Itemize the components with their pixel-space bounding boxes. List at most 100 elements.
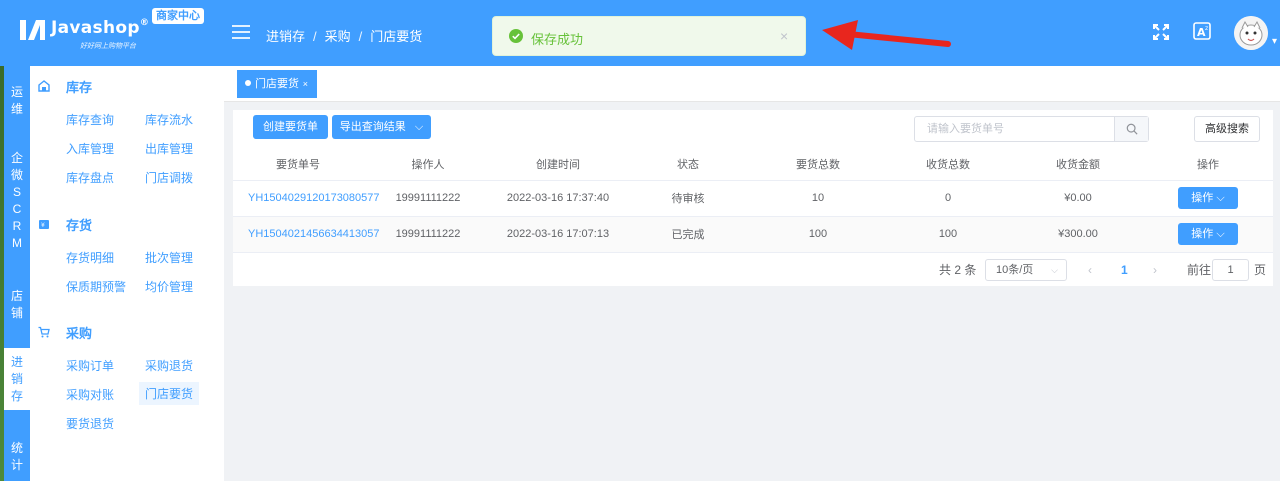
current-page-number[interactable]: 1: [1121, 259, 1128, 281]
search-field[interactable]: [914, 116, 1149, 142]
brand-logo[interactable]: Javashop® 好好网上购物平台 商家中心: [20, 8, 220, 54]
cell-actions: 操作 ⌵: [1143, 216, 1273, 253]
menu-item-avg-price[interactable]: 均价管理: [139, 275, 199, 298]
menu-toggle-icon[interactable]: [232, 25, 250, 39]
menu-item-requisition-return[interactable]: 要货退货: [60, 412, 120, 435]
inventory-icon: ¥: [39, 220, 49, 229]
menu-item-batch[interactable]: 批次管理: [139, 246, 199, 269]
tab-label: 门店要货: [255, 78, 299, 90]
svg-text:¥: ¥: [41, 222, 45, 229]
next-page-icon[interactable]: ›: [1153, 259, 1157, 281]
goto-page-input[interactable]: 1: [1212, 259, 1249, 281]
goto-label: 前往: [1187, 263, 1212, 277]
search-input[interactable]: [915, 117, 1115, 141]
success-toast: 保存成功 ×: [492, 16, 806, 56]
breadcrumb: 进销存 / 采购 / 门店要货: [266, 29, 423, 44]
menu-item-stock-query[interactable]: 库存查询: [60, 108, 120, 131]
menu-item-outbound[interactable]: 出库管理: [139, 137, 199, 160]
column-header: 要货总数: [753, 148, 883, 181]
module-shop[interactable]: 店铺: [4, 288, 30, 324]
module-label: 统计: [10, 441, 23, 472]
chevron-down-icon: ⌵: [1051, 265, 1058, 275]
sidebar-menu: 库存 库存查询 库存流水 入库管理 出库管理 库存盘点 门店调拨 ¥ 存货 存货…: [30, 66, 224, 481]
toast-message: 保存成功: [531, 32, 584, 47]
chevron-down-icon: ⌵: [1216, 192, 1225, 204]
breadcrumb-item[interactable]: 进销存: [266, 29, 305, 44]
menu-group-purchase: 采购: [38, 322, 92, 342]
strip-edge: [0, 66, 4, 481]
cell-operator: 19991111222: [363, 216, 493, 253]
content-card: 创建要货单 导出查询结果 ⌵ 高级搜索 要货单号 操作人 创建时间 状态 要货总…: [233, 110, 1273, 286]
search-icon: [1126, 123, 1138, 135]
page-size-select[interactable]: 10条/页 ⌵: [985, 259, 1067, 281]
active-dot-icon: [245, 80, 251, 86]
module-label: 进销存: [10, 355, 23, 403]
user-avatar[interactable]: [1234, 16, 1268, 50]
menu-group-title: 库存: [66, 79, 93, 95]
requisition-sn-link[interactable]: YH1504021456634413057: [233, 216, 380, 253]
module-scrm[interactable]: 企微SCRM: [4, 150, 30, 254]
menu-group-title: 存货: [66, 217, 93, 233]
module-inventory[interactable]: 进销存: [4, 348, 30, 410]
column-header: 状态: [623, 148, 753, 181]
search-button[interactable]: [1114, 117, 1148, 141]
column-header: 要货单号: [233, 148, 363, 181]
chevron-down-icon: ⌵: [414, 121, 424, 133]
brand-slogan: 好好网上购物平台: [80, 43, 136, 50]
cell-received-total: 0: [883, 180, 1013, 217]
cell-received-total: 100: [883, 216, 1013, 253]
create-requisition-button[interactable]: 创建要货单: [253, 115, 328, 139]
menu-group-goods: ¥ 存货: [38, 214, 92, 234]
export-button[interactable]: 导出查询结果 ⌵: [332, 115, 431, 139]
goto-suffix: 页: [1254, 263, 1267, 277]
export-button-label: 导出查询结果: [339, 121, 406, 133]
cell-status: 已完成: [623, 216, 753, 253]
cell-status: 待审核: [623, 180, 753, 217]
row-action-button[interactable]: 操作 ⌵: [1178, 223, 1238, 245]
avatar-dropdown-icon[interactable]: ▾: [1272, 36, 1277, 47]
module-label: 运维: [10, 85, 23, 116]
tab-close-icon[interactable]: ×: [303, 70, 308, 98]
page-tabs: 门店要货 ×: [224, 66, 1280, 102]
cart-icon: [38, 326, 50, 338]
chevron-down-icon: ⌵: [1216, 228, 1225, 240]
success-check-icon: [509, 29, 523, 43]
breadcrumb-item: 门店要货: [370, 29, 423, 44]
menu-item-purchase-order[interactable]: 采购订单: [60, 354, 120, 377]
menu-group-title: 采购: [66, 325, 93, 341]
cell-requested-total: 100: [753, 216, 883, 253]
menu-item-store-transfer[interactable]: 门店调拨: [139, 166, 199, 189]
menu-item-purchase-return[interactable]: 采购退货: [139, 354, 199, 377]
menu-item-stock-flow[interactable]: 库存流水: [139, 108, 199, 131]
row-action-label: 操作: [1191, 228, 1214, 240]
menu-item-purchase-reconcile[interactable]: 采购对账: [60, 383, 120, 406]
cell-requested-total: 10: [753, 180, 883, 217]
cell-received-amount: ¥0.00: [1013, 180, 1143, 217]
toast-close-icon[interactable]: ×: [780, 28, 788, 44]
row-action-button[interactable]: 操作 ⌵: [1178, 187, 1238, 209]
page-size-value: 10条/页: [996, 264, 1034, 276]
menu-item-stocktake[interactable]: 库存盘点: [60, 166, 120, 189]
javashop-logo-icon: [20, 20, 45, 40]
row-action-label: 操作: [1191, 192, 1214, 204]
requisition-sn-link[interactable]: YH1504029120173080577: [233, 180, 380, 217]
menu-item-goods-detail[interactable]: 存货明细: [60, 246, 120, 269]
advanced-search-button[interactable]: 高级搜索: [1194, 116, 1260, 142]
module-label: 店铺: [10, 289, 23, 320]
column-header: 收货金额: [1013, 148, 1143, 181]
menu-item-inbound[interactable]: 入库管理: [60, 137, 120, 160]
module-ops[interactable]: 运维: [4, 84, 30, 120]
column-header: 操作人: [363, 148, 493, 181]
tab-store-requisition[interactable]: 门店要货 ×: [237, 70, 317, 98]
menu-item-expiry-warning[interactable]: 保质期预警: [60, 275, 132, 298]
table-row: YH1504029120173080577 19991111222 2022-0…: [233, 180, 1273, 217]
menu-item-store-requisition[interactable]: 门店要货: [139, 382, 200, 405]
fullscreen-icon[interactable]: [1151, 22, 1171, 42]
cell-operator: 19991111222: [363, 180, 493, 217]
cell-created-time: 2022-03-16 17:37:40: [493, 180, 623, 217]
module-stats[interactable]: 统计: [4, 440, 30, 480]
breadcrumb-item[interactable]: 采购: [325, 29, 351, 44]
column-header: 收货总数: [883, 148, 1013, 181]
prev-page-icon[interactable]: ‹: [1088, 259, 1092, 281]
translate-icon[interactable]: A z: [1193, 22, 1213, 42]
